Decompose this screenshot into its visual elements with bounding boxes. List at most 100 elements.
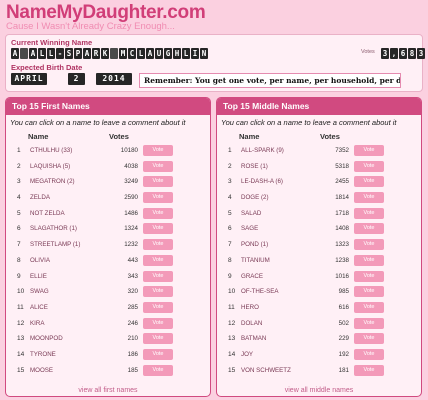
name-link[interactable]: ALICE bbox=[30, 304, 48, 311]
table-row: 14 JOY 192 Vote bbox=[217, 347, 421, 363]
rank-number: 14 bbox=[228, 350, 236, 358]
rank-number: 10 bbox=[17, 288, 25, 296]
vote-count: 1486 bbox=[124, 209, 138, 217]
vote-button[interactable]: Vote bbox=[354, 207, 384, 219]
name-link[interactable]: ZELDA bbox=[30, 194, 50, 201]
vote-button[interactable]: Vote bbox=[354, 317, 384, 329]
winning-name-char-tile: R bbox=[92, 48, 100, 59]
name-link[interactable]: ALL-SPARK (9) bbox=[241, 147, 284, 154]
vote-button[interactable]: Vote bbox=[354, 333, 384, 345]
name-link[interactable]: SWAG bbox=[30, 288, 49, 295]
vote-button[interactable]: Vote bbox=[354, 239, 384, 251]
first-names-col-name: Name bbox=[28, 132, 49, 141]
name-link[interactable]: SAGE bbox=[241, 225, 258, 232]
rank-number: 7 bbox=[17, 241, 21, 249]
vote-button[interactable]: Vote bbox=[354, 254, 384, 266]
vote-button[interactable]: Vote bbox=[143, 145, 173, 156]
table-row: 13 BATMAN 229 Vote bbox=[217, 331, 421, 347]
winning-name-char-tile: I bbox=[191, 48, 199, 59]
table-row: 8 TITANIUM 1238 Vote bbox=[217, 253, 421, 269]
middle-names-col-votes: Votes bbox=[320, 132, 340, 141]
rank-number: 4 bbox=[228, 194, 232, 202]
name-link[interactable]: CTHULHU (33) bbox=[30, 147, 72, 154]
table-row: 15 MOOSE 185 Vote bbox=[6, 363, 210, 379]
vote-button[interactable]: Vote bbox=[143, 239, 173, 251]
vote-button[interactable]: Vote bbox=[143, 192, 173, 204]
table-row: 13 MOONPOD 210 Vote bbox=[6, 331, 210, 347]
name-link[interactable]: GRACE bbox=[241, 273, 263, 280]
winning-name-char-tile bbox=[110, 48, 118, 59]
vote-button[interactable]: Vote bbox=[143, 160, 173, 172]
name-link[interactable]: POND (1) bbox=[241, 241, 268, 248]
table-row: 14 TYRONE 186 Vote bbox=[6, 347, 210, 363]
vote-button[interactable]: Vote bbox=[143, 286, 173, 298]
winning-name-char-tile bbox=[20, 48, 28, 59]
vote-button[interactable]: Vote bbox=[143, 333, 173, 345]
name-link[interactable]: ROSE (1) bbox=[241, 163, 268, 170]
name-link[interactable]: LE-DASH-A (6) bbox=[241, 178, 283, 185]
vote-button[interactable]: Vote bbox=[354, 270, 384, 282]
name-link[interactable]: KIRA bbox=[30, 320, 44, 327]
name-link[interactable]: NOT ZELDA bbox=[30, 210, 65, 217]
winning-name-char-tile: S bbox=[65, 48, 73, 59]
vote-button[interactable]: Vote bbox=[143, 317, 173, 329]
vote-count: 443 bbox=[127, 256, 138, 264]
vote-button[interactable]: Vote bbox=[143, 254, 173, 266]
vote-count: 210 bbox=[127, 335, 138, 343]
table-row: 12 KIRA 246 Vote bbox=[6, 316, 210, 332]
table-row: 15 VON SCHWEETZ 181 Vote bbox=[217, 363, 421, 379]
name-link[interactable]: TITANIUM bbox=[241, 257, 270, 264]
name-link[interactable]: ELLIE bbox=[30, 273, 47, 280]
vote-button[interactable]: Vote bbox=[354, 192, 384, 204]
vote-button[interactable]: Vote bbox=[354, 364, 384, 376]
vote-button[interactable]: Vote bbox=[354, 176, 384, 188]
vote-button[interactable]: Vote bbox=[354, 223, 384, 235]
winning-name-char-tile: L bbox=[47, 48, 55, 59]
vote-count: 1324 bbox=[124, 225, 138, 233]
vote-count: 985 bbox=[338, 288, 349, 296]
vote-button[interactable]: Vote bbox=[354, 160, 384, 172]
rank-number: 3 bbox=[228, 178, 232, 186]
vote-count: 320 bbox=[127, 288, 138, 296]
site-tagline: Cause I Wasn't Already Crazy Enough... bbox=[6, 21, 175, 32]
vote-button[interactable]: Vote bbox=[354, 348, 384, 360]
view-all-first-names-link[interactable]: view all first names bbox=[6, 387, 210, 394]
middle-names-panel: Top 15 Middle Names You can click on a n… bbox=[216, 97, 422, 397]
vote-button[interactable]: Vote bbox=[143, 348, 173, 360]
name-link[interactable]: SLAGATHOR (1) bbox=[30, 225, 77, 232]
name-link[interactable]: DOLAN bbox=[241, 320, 262, 327]
name-link[interactable]: MOONPOD bbox=[30, 335, 63, 342]
name-link[interactable]: SALAD bbox=[241, 210, 261, 217]
winning-name-char-tile: - bbox=[56, 48, 64, 59]
vote-button[interactable]: Vote bbox=[354, 145, 384, 156]
vote-button[interactable]: Vote bbox=[143, 223, 173, 235]
vote-button[interactable]: Vote bbox=[143, 176, 173, 188]
view-all-middle-names-link[interactable]: view all middle names bbox=[217, 387, 421, 394]
name-link[interactable]: OF-THE-SEA bbox=[241, 288, 278, 295]
vote-count: 229 bbox=[338, 335, 349, 343]
table-row: 9 ELLIE 343 Vote bbox=[6, 269, 210, 285]
vote-count: 185 bbox=[127, 366, 138, 374]
name-link[interactable]: TYRONE bbox=[30, 351, 56, 358]
name-link[interactable]: OLIVIA bbox=[30, 257, 50, 264]
table-row: 3 LE-DASH-A (6) 2455 Vote bbox=[217, 174, 421, 190]
middle-names-title: Top 15 Middle Names bbox=[217, 98, 421, 115]
table-row: 6 SAGE 1408 Vote bbox=[217, 221, 421, 237]
name-link[interactable]: LAQUISHA (5) bbox=[30, 163, 70, 170]
name-link[interactable]: DOGE (2) bbox=[241, 194, 269, 201]
vote-button[interactable]: Vote bbox=[143, 364, 173, 376]
name-link[interactable]: STREETLAMP (1) bbox=[30, 241, 80, 248]
rank-number: 9 bbox=[228, 272, 232, 280]
vote-count: 1718 bbox=[335, 209, 349, 217]
name-link[interactable]: VON SCHWEETZ bbox=[241, 367, 291, 374]
name-link[interactable]: MOOSE bbox=[30, 367, 53, 374]
vote-button[interactable]: Vote bbox=[143, 270, 173, 282]
vote-button[interactable]: Vote bbox=[354, 301, 384, 313]
name-link[interactable]: JOY bbox=[241, 351, 253, 358]
vote-button[interactable]: Vote bbox=[143, 301, 173, 313]
vote-button[interactable]: Vote bbox=[143, 207, 173, 219]
name-link[interactable]: BATMAN bbox=[241, 335, 266, 342]
vote-button[interactable]: Vote bbox=[354, 286, 384, 298]
name-link[interactable]: HERO bbox=[241, 304, 259, 311]
name-link[interactable]: MEGATRON (2) bbox=[30, 178, 75, 185]
